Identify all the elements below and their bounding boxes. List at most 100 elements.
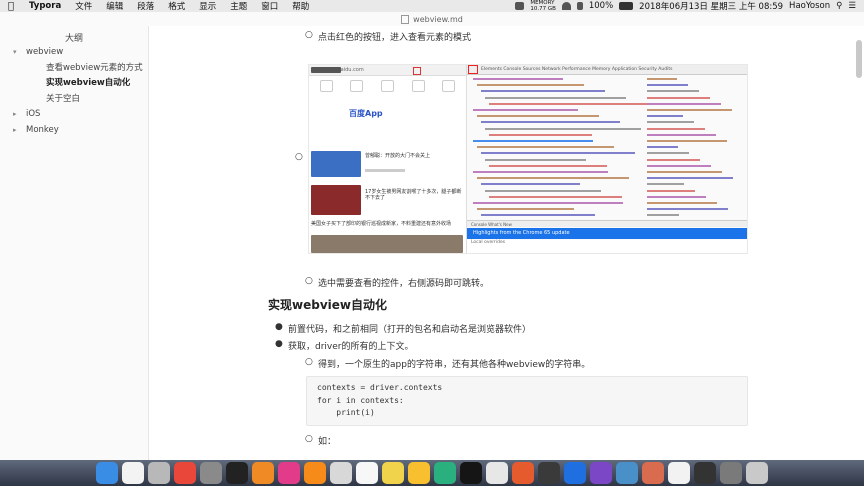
- source-line: [647, 84, 688, 87]
- menu-paragraph[interactable]: 段落: [130, 0, 161, 12]
- devtools-tabs: Elements Console Sources Network Perform…: [467, 65, 747, 75]
- menu-file[interactable]: 文件: [68, 0, 99, 12]
- news-title: 曾郁聪：开放的大门不会关上: [365, 153, 431, 159]
- pycharm-icon[interactable]: [434, 462, 456, 484]
- apple-icon[interactable]: : [0, 1, 22, 12]
- document-icon: [401, 14, 410, 24]
- list-item: ○ 得到，一个原生的app的字符串，还有其他各种webview的字符串。: [305, 357, 591, 370]
- source-line: [481, 214, 595, 217]
- source-line: [477, 177, 629, 180]
- source-line: [489, 195, 622, 198]
- menu-format[interactable]: 格式: [161, 0, 192, 12]
- status-icon[interactable]: [515, 2, 525, 10]
- outline-item-view-elements[interactable]: 查看webview元素的方式: [0, 61, 148, 77]
- bluetooth-icon[interactable]: [576, 2, 583, 10]
- notes-icon[interactable]: [382, 462, 404, 484]
- source-line: [481, 90, 605, 93]
- source-line: [473, 140, 593, 142]
- terminal-icon[interactable]: [226, 462, 248, 484]
- postman-icon[interactable]: [512, 462, 534, 484]
- news-image: [311, 185, 361, 215]
- source-line: [647, 146, 678, 149]
- editor-content[interactable]: ○ 点击红色的按钮，进入查看元素的模式 ○ m.baidu.com 百度App …: [260, 26, 750, 460]
- inspect-element-button: [468, 65, 478, 74]
- source-line: [647, 127, 705, 130]
- textedit-icon[interactable]: [356, 462, 378, 484]
- finder-icon[interactable]: [96, 462, 118, 484]
- user-name[interactable]: HaoYoson: [789, 1, 830, 11]
- goland-icon[interactable]: [460, 462, 482, 484]
- source-line: [647, 208, 728, 211]
- sourcetree-icon[interactable]: [564, 462, 586, 484]
- source-line: [647, 102, 721, 105]
- outline-item-ios[interactable]: ▸ iOS: [0, 107, 148, 123]
- source-line: [473, 202, 623, 204]
- source-line: [647, 158, 700, 161]
- datetime[interactable]: 2018年06月13日 星期三 上午 08:59: [639, 0, 783, 12]
- source-line: [647, 195, 706, 198]
- araxis-icon[interactable]: [642, 462, 664, 484]
- battery-percent[interactable]: 100%: [589, 1, 613, 11]
- list-item: ● 前置代码，和之前相同（打开的包名和启动名是浏览器软件）: [275, 322, 532, 335]
- typora-icon[interactable]: [278, 462, 300, 484]
- source-line: [473, 171, 608, 173]
- wifi-icon[interactable]: [561, 2, 571, 10]
- charles-icon[interactable]: [486, 462, 508, 484]
- chevron-right-icon[interactable]: ▸: [13, 107, 17, 123]
- battery-icon[interactable]: [619, 2, 634, 10]
- list-item: ○ 点击红色的按钮，进入查看元素的模式: [305, 30, 472, 43]
- photo-icon[interactable]: [330, 462, 352, 484]
- embedded-screenshot: m.baidu.com 百度App 曾郁聪：开放的大门不会关上 17岁女生被男网…: [308, 64, 748, 254]
- source-line: [489, 133, 592, 136]
- chevron-down-icon[interactable]: ▾: [13, 45, 17, 61]
- source-line: [473, 109, 578, 111]
- source-line: [647, 133, 716, 136]
- list-item: ● 获取，driver的所有的上下文。: [275, 339, 414, 352]
- search-icon[interactable]: ⚲: [836, 1, 842, 11]
- source-line: [477, 84, 584, 87]
- calendar-icon[interactable]: [122, 462, 144, 484]
- sublime-icon[interactable]: [304, 462, 326, 484]
- source-line: [647, 140, 727, 142]
- source-line: [647, 164, 711, 167]
- network-stats[interactable]: MEMORY 10.77 GB: [530, 0, 556, 12]
- source-line: [481, 121, 620, 124]
- code-line: contexts = driver.contexts: [317, 383, 443, 392]
- code-block[interactable]: contexts = driver.contexts for i in cont…: [306, 376, 748, 426]
- source-line: [485, 96, 626, 99]
- menu-view[interactable]: 显示: [192, 0, 223, 12]
- outline-item-about-blank[interactable]: 关于空白: [0, 92, 148, 108]
- outline-item-webview-automation[interactable]: 实现webview自动化: [0, 76, 148, 92]
- tumblr-icon[interactable]: [538, 462, 560, 484]
- source-line: [477, 146, 614, 149]
- vertical-scrollbar[interactable]: [856, 40, 862, 78]
- outline-item-monkey[interactable]: ▸ Monkey: [0, 123, 148, 139]
- vpn-icon[interactable]: [590, 462, 612, 484]
- system-preferences-icon[interactable]: [200, 462, 222, 484]
- source-line: [647, 202, 717, 204]
- section-heading: 实现webview自动化: [268, 298, 387, 312]
- trash-icon[interactable]: [746, 462, 768, 484]
- menu-theme[interactable]: 主题: [223, 0, 254, 12]
- menu-help[interactable]: 帮助: [285, 0, 316, 12]
- launchpad-icon[interactable]: [148, 462, 170, 484]
- source-line: [485, 189, 601, 192]
- books-icon[interactable]: [252, 462, 274, 484]
- source-line: [485, 158, 586, 161]
- menu-list-icon[interactable]: ☰: [848, 1, 856, 11]
- sketch-icon[interactable]: [408, 462, 430, 484]
- chevron-right-icon[interactable]: ▸: [13, 123, 17, 139]
- source-line: [647, 90, 699, 93]
- outline-item-webview[interactable]: ▾ webview: [0, 45, 148, 61]
- source-line: [647, 96, 710, 99]
- obs-icon[interactable]: [694, 462, 716, 484]
- box-icon[interactable]: [616, 462, 638, 484]
- mobile-brand: 百度App: [349, 109, 383, 118]
- oo-icon[interactable]: [668, 462, 690, 484]
- folder-icon[interactable]: [720, 462, 742, 484]
- menu-app-typora[interactable]: Typora: [22, 1, 68, 11]
- menu-window[interactable]: 窗口: [254, 0, 285, 12]
- chrome-icon[interactable]: [174, 462, 196, 484]
- menu-edit[interactable]: 编辑: [99, 0, 130, 12]
- source-line: [481, 183, 580, 186]
